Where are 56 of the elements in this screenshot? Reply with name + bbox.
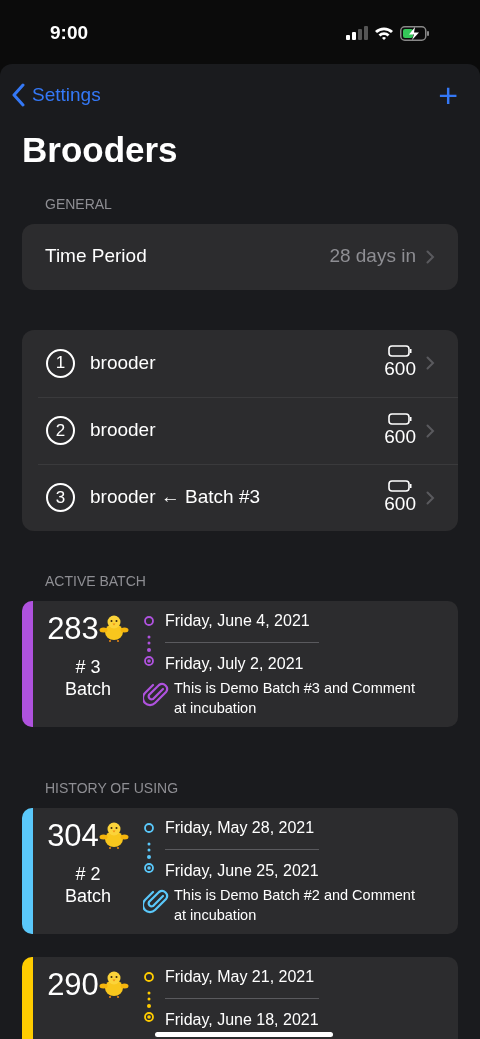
status-time: 9:00: [50, 20, 89, 45]
end-date: Friday, June 25, 2021: [165, 860, 319, 881]
batch-number: # 3: [75, 655, 101, 678]
chevron-icon: [426, 249, 435, 264]
brooder-name: brooder: [90, 418, 157, 443]
back-button[interactable]: Settings: [12, 80, 101, 110]
wifi-icon: [374, 26, 394, 40]
chevron-icon: [426, 356, 435, 370]
chick-icon: [98, 613, 129, 643]
brooder-name: brooder: [90, 350, 157, 375]
back-chevron-icon: [12, 83, 26, 107]
chick-count: 283: [47, 612, 99, 644]
section-header: ACTIVE BATCH: [44, 571, 147, 591]
start-date: Friday, May 21, 2021: [165, 964, 319, 999]
paperclip-icon: [143, 887, 169, 914]
section-header: GENERAL: [44, 194, 113, 214]
brooder-row[interactable]: 2 brooder 600: [38, 396, 458, 464]
battery-charging-icon: [400, 25, 430, 41]
chevron-icon: [426, 423, 435, 438]
signal-icon: [346, 26, 368, 40]
number-badge: 2: [46, 416, 75, 445]
chick-count: 304: [47, 819, 99, 851]
chevron-icon: [426, 490, 435, 505]
chick-icon: [98, 820, 129, 850]
batch-comment: This is Demo Batch #3 and Comment at incubation: [174, 678, 416, 718]
section-header: HISTORY OF USING: [44, 778, 180, 798]
batch-comment: This is Demo Batch #2 and Comment at incubation: [174, 885, 416, 925]
batch-label: Batch: [65, 885, 111, 908]
capsule-icon: [388, 412, 413, 425]
capacity-value: 600: [384, 357, 416, 381]
start-date: Friday, June 4, 2021: [165, 608, 319, 643]
batch-label: Batch: [65, 678, 111, 701]
start-date: Friday, May 28, 2021: [165, 815, 319, 850]
batch-card[interactable]: 304 # 2 Batch Friday, May 28, 2021 Friday, June 25, 2021 This is Demo Batch #2 and Comment at incubation: [22, 807, 458, 934]
row-value: 28 days in: [329, 244, 416, 269]
chick-icon: [98, 969, 129, 999]
capacity-value: 600: [384, 491, 416, 516]
batch-card[interactable]: 283 # 3 Batch Friday, June 4, 2021 Friday, July 2, 2021 This is Demo Batch #3 and Comment at incubation: [22, 600, 458, 727]
number-badge: 1: [46, 348, 75, 378]
settings-row[interactable]: Time Period 28 days in: [22, 223, 458, 290]
page-title: Brooders: [21, 131, 179, 170]
number-badge: 3: [46, 483, 75, 512]
end-date: Friday, July 2, 2021: [165, 653, 305, 674]
capsule-icon: [388, 345, 413, 358]
batch-number: # 2: [75, 862, 101, 885]
capacity-value: 600: [384, 424, 416, 449]
brooder-name: brooder ← Batch #3: [90, 485, 262, 510]
row-label: Time Period: [45, 244, 148, 269]
capsule-icon: [388, 479, 413, 492]
chick-count: 290: [47, 968, 99, 1000]
brooder-row[interactable]: 1 brooder 600: [22, 329, 458, 397]
batch-card[interactable]: 290 Friday, May 21, 2021 Friday, June 18, 2021: [22, 956, 458, 1039]
brooder-row[interactable]: 3 brooder ← Batch #3 600: [38, 463, 458, 531]
add-button[interactable]: +: [438, 78, 468, 112]
end-date: Friday, June 18, 2021: [165, 1009, 319, 1030]
paperclip-icon: [143, 680, 169, 707]
